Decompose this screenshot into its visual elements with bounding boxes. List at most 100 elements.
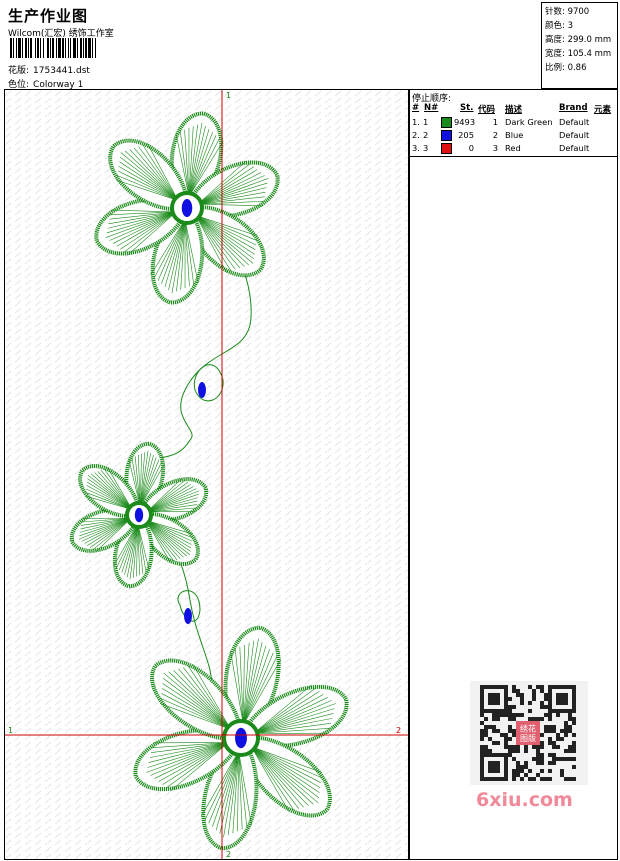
row-code: 3 (492, 143, 498, 153)
qr-module (572, 777, 576, 781)
qr-module (532, 745, 536, 749)
qr-module (508, 737, 512, 741)
qr-module (536, 761, 540, 765)
qr-module (520, 697, 524, 701)
qr-module (560, 769, 564, 773)
qr-module (548, 713, 552, 717)
qr-module (488, 737, 492, 741)
qr-module (564, 777, 568, 781)
production-worksheet: 生产作业图 Wilcom(汇宏) 绣饰工作室 花版: 1753441.dst 色位… (0, 0, 620, 861)
qr-module (572, 749, 576, 753)
page-title: 生产作业图 (8, 7, 89, 25)
qr-module (568, 717, 572, 721)
leaf-dot (198, 382, 206, 398)
qr-module (552, 741, 556, 745)
barcode-bar (58, 38, 61, 58)
qr-module (480, 749, 484, 753)
qr-module (564, 749, 568, 753)
embroidery-preview: 1 2 1 2 (5, 90, 408, 859)
qr-module (524, 773, 528, 777)
qr-module (540, 769, 544, 773)
qr-module (480, 729, 484, 733)
qr-module (540, 705, 544, 709)
qr-module (512, 773, 516, 777)
qr-module (516, 693, 520, 697)
qr-module (512, 749, 516, 753)
qr-module (552, 725, 556, 729)
qr-module (512, 689, 516, 693)
qr-module (500, 713, 504, 717)
qr-module (568, 725, 572, 729)
row-n: 1 (423, 117, 429, 127)
qr-module (508, 717, 512, 721)
qr-module (564, 733, 568, 737)
row-num: 3. (412, 143, 420, 153)
qr-module (552, 761, 556, 765)
qr-module (544, 705, 548, 709)
qr-module (508, 709, 512, 713)
qr-module (568, 749, 572, 753)
qr-code: 绣花图版 (470, 681, 588, 785)
qr-module (492, 713, 496, 717)
qr-module (504, 737, 508, 741)
qr-module (548, 729, 552, 733)
qr-module (516, 749, 520, 753)
qr-module (484, 733, 488, 737)
qr-module (564, 757, 568, 761)
col-header-element: 元素 (594, 105, 612, 115)
qr-module (540, 777, 544, 781)
qr-module (548, 717, 552, 721)
qr-module (532, 693, 536, 697)
qr-module (556, 757, 560, 761)
barcode-bar (52, 38, 54, 58)
barcode-bar (28, 38, 29, 58)
qr-module (484, 725, 488, 729)
qr-module (512, 769, 516, 773)
qr-module (520, 777, 524, 781)
barcode-bar (10, 38, 12, 58)
qr-module (516, 773, 520, 777)
flower-center-dot (235, 727, 247, 749)
qr-module (516, 689, 520, 693)
qr-module (540, 741, 544, 745)
row-desc: Red (505, 143, 521, 153)
qr-module (528, 685, 532, 689)
qr-module (484, 717, 488, 721)
barcode-bar (56, 38, 57, 58)
row-stitches: 9493 (454, 117, 476, 127)
qr-module (508, 697, 512, 701)
qr-module (560, 737, 564, 741)
qr-finder-core (488, 761, 500, 773)
flower-center-dot (181, 199, 193, 217)
qr-module (556, 713, 560, 717)
col-header-brand: Brand (559, 103, 588, 113)
color-swatch (441, 143, 452, 154)
qr-module (536, 757, 540, 761)
qr-module (520, 701, 524, 705)
qr-logo-text: 绣花 (520, 723, 536, 733)
qr-module (532, 777, 536, 781)
qr-module (528, 709, 532, 713)
col-header-n: N# (424, 103, 439, 113)
col-header-desc: 描述 (505, 105, 523, 115)
table-divider (410, 156, 617, 157)
row-code: 2 (492, 130, 498, 140)
qr-module (552, 757, 556, 761)
qr-module (520, 713, 524, 717)
qr-module (536, 773, 540, 777)
qr-module (540, 745, 544, 749)
qr-module (508, 725, 512, 729)
qr-module (528, 701, 532, 705)
qr-module (572, 745, 576, 749)
qr-module (504, 733, 508, 737)
qr-module (572, 733, 576, 737)
col-header-num: # (412, 103, 420, 113)
qr-module (508, 749, 512, 753)
qr-module (568, 713, 572, 717)
qr-module (548, 741, 552, 745)
qr-module (544, 713, 548, 717)
qr-module (488, 749, 492, 753)
qr-module (500, 733, 504, 737)
qr-module (496, 729, 500, 733)
qr-module (484, 749, 488, 753)
